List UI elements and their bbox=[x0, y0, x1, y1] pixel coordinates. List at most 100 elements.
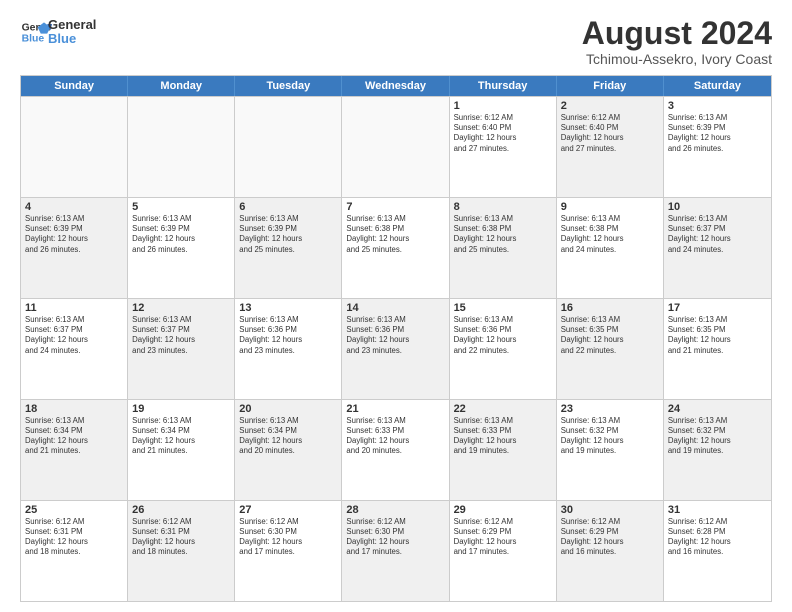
calendar-cell: 7Sunrise: 6:13 AM Sunset: 6:38 PM Daylig… bbox=[342, 198, 449, 298]
day-number: 21 bbox=[346, 403, 444, 415]
cell-content: Sunrise: 6:13 AM Sunset: 6:33 PM Dayligh… bbox=[346, 416, 444, 457]
calendar-row-3: 18Sunrise: 6:13 AM Sunset: 6:34 PM Dayli… bbox=[21, 399, 771, 500]
cell-content: Sunrise: 6:13 AM Sunset: 6:37 PM Dayligh… bbox=[668, 214, 767, 255]
calendar-cell: 19Sunrise: 6:13 AM Sunset: 6:34 PM Dayli… bbox=[128, 400, 235, 500]
cell-content: Sunrise: 6:13 AM Sunset: 6:38 PM Dayligh… bbox=[561, 214, 659, 255]
cell-content: Sunrise: 6:13 AM Sunset: 6:38 PM Dayligh… bbox=[346, 214, 444, 255]
day-number: 5 bbox=[132, 201, 230, 213]
day-number: 3 bbox=[668, 100, 767, 112]
cell-content: Sunrise: 6:12 AM Sunset: 6:40 PM Dayligh… bbox=[454, 113, 552, 154]
day-number: 8 bbox=[454, 201, 552, 213]
calendar-cell: 10Sunrise: 6:13 AM Sunset: 6:37 PM Dayli… bbox=[664, 198, 771, 298]
calendar-row-1: 4 Sunrise: 6:13 AM Sunset: 6:39 PM Daylig… bbox=[21, 197, 771, 298]
calendar-cell: 20Sunrise: 6:13 AM Sunset: 6:34 PM Dayli… bbox=[235, 400, 342, 500]
day-number: 15 bbox=[454, 302, 552, 314]
calendar-cell: 9Sunrise: 6:13 AM Sunset: 6:38 PM Daylig… bbox=[557, 198, 664, 298]
cell-content: Sunrise: 6:13 AM Sunset: 6:35 PM Dayligh… bbox=[561, 315, 659, 356]
calendar-row-2: 11Sunrise: 6:13 AM Sunset: 6:37 PM Dayli… bbox=[21, 298, 771, 399]
day-number: 12 bbox=[132, 302, 230, 314]
main-title: August 2024 bbox=[582, 16, 772, 51]
calendar-cell: 11Sunrise: 6:13 AM Sunset: 6:37 PM Dayli… bbox=[21, 299, 128, 399]
cell-content: Sunrise: 6:13 AM Sunset: 6:34 PM Dayligh… bbox=[239, 416, 337, 457]
calendar-cell: 28Sunrise: 6:12 AM Sunset: 6:30 PM Dayli… bbox=[342, 501, 449, 601]
cell-content: Sunrise: 6:12 AM Sunset: 6:28 PM Dayligh… bbox=[668, 517, 767, 558]
calendar-cell: 16Sunrise: 6:13 AM Sunset: 6:35 PM Dayli… bbox=[557, 299, 664, 399]
cell-content: Sunrise: 6:13 AM Sunset: 6:36 PM Dayligh… bbox=[454, 315, 552, 356]
calendar-row-4: 25Sunrise: 6:12 AM Sunset: 6:31 PM Dayli… bbox=[21, 500, 771, 601]
cell-content: Sunrise: 6:13 AM Sunset: 6:38 PM Dayligh… bbox=[454, 214, 552, 255]
day-number: 14 bbox=[346, 302, 444, 314]
cell-content: Sunrise: 6:12 AM Sunset: 6:31 PM Dayligh… bbox=[25, 517, 123, 558]
cell-content: Sunrise: 6:13 AM Sunset: 6:36 PM Dayligh… bbox=[346, 315, 444, 356]
day-number: 31 bbox=[668, 504, 767, 516]
day-number: 17 bbox=[668, 302, 767, 314]
day-number: 1 bbox=[454, 100, 552, 112]
day-number: 7 bbox=[346, 201, 444, 213]
logo-line2: Blue bbox=[48, 32, 96, 46]
cell-content: Sunrise: 6:13 AM Sunset: 6:39 PM Dayligh… bbox=[132, 214, 230, 255]
day-number: 24 bbox=[668, 403, 767, 415]
calendar-cell: 25Sunrise: 6:12 AM Sunset: 6:31 PM Dayli… bbox=[21, 501, 128, 601]
calendar-cell: 23Sunrise: 6:13 AM Sunset: 6:32 PM Dayli… bbox=[557, 400, 664, 500]
day-number: 29 bbox=[454, 504, 552, 516]
day-number: 4 bbox=[25, 201, 123, 213]
header-day-tuesday: Tuesday bbox=[235, 76, 342, 96]
calendar-cell: 13Sunrise: 6:13 AM Sunset: 6:36 PM Dayli… bbox=[235, 299, 342, 399]
logo-line1: General bbox=[48, 18, 96, 32]
cell-content: Sunrise: 6:13 AM Sunset: 6:37 PM Dayligh… bbox=[132, 315, 230, 356]
day-number: 2 bbox=[561, 100, 659, 112]
calendar-cell bbox=[235, 97, 342, 197]
cell-content: Sunrise: 6:13 AM Sunset: 6:37 PM Dayligh… bbox=[25, 315, 123, 356]
cell-content: Sunrise: 6:12 AM Sunset: 6:30 PM Dayligh… bbox=[239, 517, 337, 558]
logo: General Blue General Blue bbox=[20, 16, 96, 48]
cell-content: Sunrise: 6:13 AM Sunset: 6:34 PM Dayligh… bbox=[25, 416, 123, 457]
cell-content: Sunrise: 6:13 AM Sunset: 6:39 PM Dayligh… bbox=[668, 113, 767, 154]
calendar-cell: 4Sunrise: 6:13 AM Sunset: 6:39 PM Daylig… bbox=[21, 198, 128, 298]
calendar-cell bbox=[21, 97, 128, 197]
cell-content: Sunrise: 6:12 AM Sunset: 6:29 PM Dayligh… bbox=[454, 517, 552, 558]
calendar-cell: 8Sunrise: 6:13 AM Sunset: 6:38 PM Daylig… bbox=[450, 198, 557, 298]
cell-content: Sunrise: 6:12 AM Sunset: 6:29 PM Dayligh… bbox=[561, 517, 659, 558]
cell-content: Sunrise: 6:13 AM Sunset: 6:36 PM Dayligh… bbox=[239, 315, 337, 356]
calendar-cell: 2Sunrise: 6:12 AM Sunset: 6:40 PM Daylig… bbox=[557, 97, 664, 197]
day-number: 16 bbox=[561, 302, 659, 314]
calendar-body: 1Sunrise: 6:12 AM Sunset: 6:40 PM Daylig… bbox=[21, 96, 771, 601]
cell-content: Sunrise: 6:13 AM Sunset: 6:32 PM Dayligh… bbox=[561, 416, 659, 457]
header: General Blue General Blue August 2024 Tc… bbox=[20, 16, 772, 67]
calendar-cell: 24Sunrise: 6:13 AM Sunset: 6:32 PM Dayli… bbox=[664, 400, 771, 500]
calendar-cell: 6Sunrise: 6:13 AM Sunset: 6:39 PM Daylig… bbox=[235, 198, 342, 298]
day-number: 28 bbox=[346, 504, 444, 516]
day-number: 22 bbox=[454, 403, 552, 415]
day-number: 25 bbox=[25, 504, 123, 516]
calendar-cell: 12Sunrise: 6:13 AM Sunset: 6:37 PM Dayli… bbox=[128, 299, 235, 399]
cell-content: Sunrise: 6:13 AM Sunset: 6:32 PM Dayligh… bbox=[668, 416, 767, 457]
calendar-cell: 17Sunrise: 6:13 AM Sunset: 6:35 PM Dayli… bbox=[664, 299, 771, 399]
cell-content: Sunrise: 6:13 AM Sunset: 6:34 PM Dayligh… bbox=[132, 416, 230, 457]
calendar-cell: 14Sunrise: 6:13 AM Sunset: 6:36 PM Dayli… bbox=[342, 299, 449, 399]
calendar-cell: 3Sunrise: 6:13 AM Sunset: 6:39 PM Daylig… bbox=[664, 97, 771, 197]
calendar-cell: 18Sunrise: 6:13 AM Sunset: 6:34 PM Dayli… bbox=[21, 400, 128, 500]
calendar-cell: 15Sunrise: 6:13 AM Sunset: 6:36 PM Dayli… bbox=[450, 299, 557, 399]
header-day-wednesday: Wednesday bbox=[342, 76, 449, 96]
day-number: 20 bbox=[239, 403, 337, 415]
cell-content: Sunrise: 6:13 AM Sunset: 6:35 PM Dayligh… bbox=[668, 315, 767, 356]
header-day-sunday: Sunday bbox=[21, 76, 128, 96]
day-number: 13 bbox=[239, 302, 337, 314]
day-number: 27 bbox=[239, 504, 337, 516]
day-number: 11 bbox=[25, 302, 123, 314]
calendar-cell: 27Sunrise: 6:12 AM Sunset: 6:30 PM Dayli… bbox=[235, 501, 342, 601]
day-number: 10 bbox=[668, 201, 767, 213]
subtitle: Tchimou-Assekro, Ivory Coast bbox=[582, 51, 772, 67]
day-number: 6 bbox=[239, 201, 337, 213]
day-number: 18 bbox=[25, 403, 123, 415]
calendar-cell: 31Sunrise: 6:12 AM Sunset: 6:28 PM Dayli… bbox=[664, 501, 771, 601]
title-block: August 2024 Tchimou-Assekro, Ivory Coast bbox=[582, 16, 772, 67]
day-number: 23 bbox=[561, 403, 659, 415]
calendar-cell: 26Sunrise: 6:12 AM Sunset: 6:31 PM Dayli… bbox=[128, 501, 235, 601]
cell-content: Sunrise: 6:13 AM Sunset: 6:39 PM Dayligh… bbox=[239, 214, 337, 255]
day-number: 9 bbox=[561, 201, 659, 213]
calendar-cell bbox=[342, 97, 449, 197]
cell-content: Sunrise: 6:12 AM Sunset: 6:30 PM Dayligh… bbox=[346, 517, 444, 558]
header-day-friday: Friday bbox=[557, 76, 664, 96]
calendar: SundayMondayTuesdayWednesdayThursdayFrid… bbox=[20, 75, 772, 602]
